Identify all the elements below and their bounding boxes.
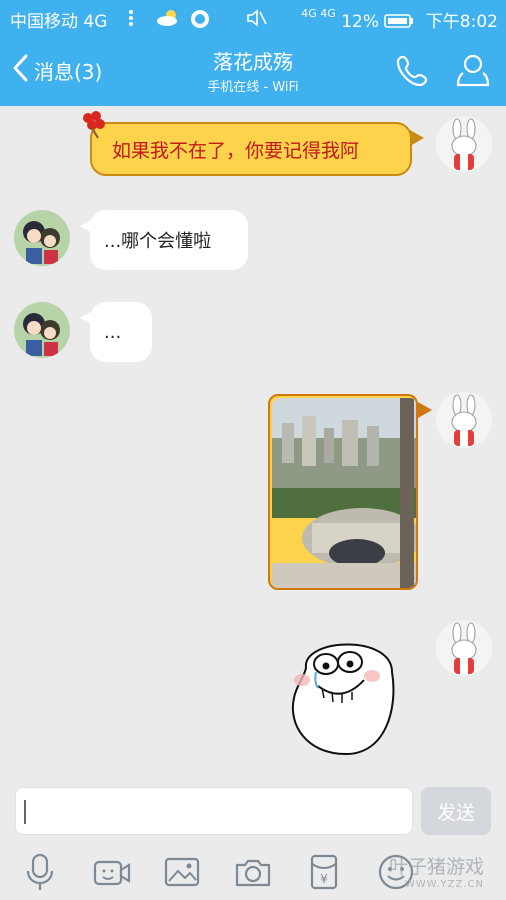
my-avatar[interactable]	[436, 620, 492, 676]
my-avatar[interactable]	[436, 392, 492, 448]
battery-percent: 12%	[341, 12, 379, 32]
message-text: ...	[104, 321, 122, 343]
bubble-tail	[418, 402, 432, 418]
video-call-icon[interactable]	[92, 852, 132, 892]
watermark-line2: WWW.YZZ.CN	[404, 879, 484, 890]
image-message[interactable]	[268, 394, 418, 590]
microphone-icon[interactable]	[20, 852, 60, 892]
watermark-line1: 叶子猪游戏	[388, 856, 484, 878]
sticker-message[interactable]	[282, 628, 410, 758]
message-text: 如果我不在了，你要记得我阿	[112, 139, 360, 162]
status-right: 4G 4G 12% 下午8:02	[301, 7, 498, 34]
contact-name: 落花成殇	[213, 50, 293, 74]
contact-status: 手机在线 - WiFi	[207, 80, 299, 95]
candy-decoration-icon	[78, 108, 110, 144]
clock: 下午8:02	[425, 12, 498, 32]
forever-alone-face-icon	[291, 643, 395, 756]
text-caret	[24, 800, 26, 824]
rabbit-avatar-icon	[451, 118, 477, 170]
phone-icon[interactable]	[394, 52, 430, 92]
anime-couple-avatar-icon	[23, 221, 60, 264]
camera-icon[interactable]	[233, 852, 273, 892]
message-bubble[interactable]: ...	[90, 302, 152, 362]
bubble-tail	[410, 130, 424, 146]
profile-icon[interactable]	[455, 52, 491, 92]
rabbit-avatar-icon	[451, 394, 477, 446]
rabbit-avatar-icon	[451, 622, 477, 674]
status-bar: 中国移动 4G 4G 4G 12% 下午8:02	[0, 0, 506, 34]
chat-area[interactable]: 如果我不在了，你要记得我阿 ...哪个会懂啦 ...	[0, 106, 506, 778]
red-packet-icon[interactable]: ¥	[304, 852, 344, 892]
network-label: 4G 4G	[301, 7, 336, 20]
anime-couple-avatar-icon	[23, 313, 60, 356]
send-button[interactable]: 发送	[421, 787, 491, 835]
my-avatar[interactable]	[436, 116, 492, 172]
mute-icon	[245, 9, 267, 32]
browser-icon	[188, 9, 212, 34]
message-bubble[interactable]: ...哪个会懂啦	[90, 210, 248, 270]
contact-avatar[interactable]	[14, 302, 70, 358]
city-photo-icon	[272, 398, 416, 588]
contact-avatar[interactable]	[14, 210, 70, 266]
image-icon[interactable]	[162, 852, 202, 892]
message-input[interactable]	[15, 787, 413, 835]
weather-cloud-icon	[156, 9, 180, 32]
watermark: 叶子猪游戏 WWW.YZZ.CN	[389, 852, 484, 890]
more-dots-icon	[128, 9, 134, 32]
red-packet-symbol: ¥	[320, 872, 328, 886]
battery-icon	[384, 13, 414, 34]
input-bar: 发送	[0, 778, 506, 844]
chat-header: 消息(3) 落花成殇 手机在线 - WiFi	[0, 34, 506, 106]
message-text: ...哪个会懂啦	[104, 231, 212, 252]
message-bubble-special[interactable]: 如果我不在了，你要记得我阿	[90, 122, 412, 176]
carrier-label: 中国移动 4G	[10, 12, 108, 32]
